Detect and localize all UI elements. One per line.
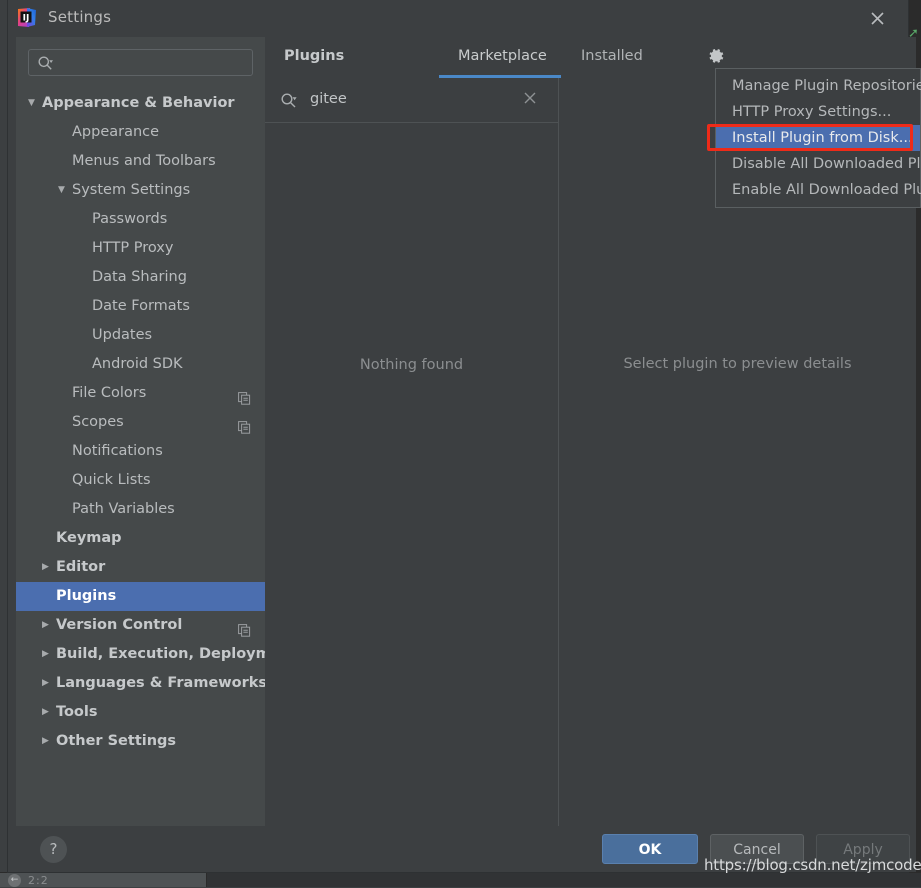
menu-item-disable-all-downloaded-plugins[interactable]: Disable All Downloaded Plugins	[716, 151, 921, 177]
sidebar-item-label: Appearance	[72, 124, 160, 140]
sidebar-item-label: Languages & Frameworks	[56, 675, 265, 691]
sidebar-item-label: Plugins	[56, 588, 117, 604]
close-icon[interactable]	[845, 0, 908, 37]
plugin-search-input[interactable]: gitee	[310, 91, 347, 107]
settings-tree-panel: ▼ Appearance & Behavior Appearance Menus an…	[16, 37, 265, 826]
chevron-down-icon[interactable]: ▼	[58, 176, 65, 205]
intellij-idea-icon: IJ	[14, 5, 40, 31]
sidebar-item-date-formats[interactable]: Date Formats	[16, 292, 265, 321]
close-icon[interactable]	[523, 90, 543, 110]
sidebar-item-label: HTTP Proxy	[92, 240, 174, 256]
plugin-settings-menu[interactable]: Manage Plugin Repositories...HTTP Proxy …	[715, 68, 921, 208]
sidebar-item-label: Path Variables	[72, 501, 175, 517]
sidebar-item-menus-and-toolbars[interactable]: Menus and Toolbars	[16, 147, 265, 176]
screen: ➚ › ← 2:2	[0, 0, 921, 888]
help-button[interactable]: ?	[40, 836, 67, 863]
sidebar-item-notifications[interactable]: Notifications	[16, 437, 265, 466]
sidebar-item-updates[interactable]: Updates	[16, 321, 265, 350]
sidebar-item-other-settings[interactable]: ▶ Other Settings	[16, 727, 265, 756]
sidebar-item-appearance-behavior[interactable]: ▼ Appearance & Behavior	[16, 89, 265, 118]
sidebar-item-label: Notifications	[72, 443, 163, 459]
detail-placeholder: Select plugin to preview details	[623, 356, 852, 372]
copy-settings-icon[interactable]	[238, 619, 251, 637]
chevron-right-icon[interactable]: ▶	[42, 611, 49, 640]
sidebar-item-passwords[interactable]: Passwords	[16, 205, 265, 234]
sidebar-item-label: Quick Lists	[72, 472, 151, 488]
sidebar-item-label: Android SDK	[92, 356, 183, 372]
background-status-bar-right	[207, 873, 921, 887]
sidebar-item-label: File Colors	[72, 385, 147, 401]
search-icon	[280, 92, 298, 114]
sidebar-item-label: Data Sharing	[92, 269, 187, 285]
dialog-title: Settings	[48, 8, 112, 26]
sidebar-item-label: Scopes	[72, 414, 124, 430]
sidebar-item-keymap[interactable]: Keymap	[16, 524, 265, 553]
sidebar-item-languages-frameworks[interactable]: ▶ Languages & Frameworks	[16, 669, 265, 698]
sidebar-item-label: Menus and Toolbars	[72, 153, 216, 169]
empty-state-message: Nothing found	[359, 357, 464, 373]
sidebar-item-plugins[interactable]: Plugins	[16, 582, 265, 611]
chevron-down-icon[interactable]: ▼	[28, 89, 35, 118]
chevron-right-icon[interactable]: ▶	[42, 669, 49, 698]
settings-tree-list[interactable]: ▼ Appearance & Behavior Appearance Menus an…	[16, 89, 265, 826]
sidebar-item-label: System Settings	[72, 182, 191, 198]
sidebar-item-version-control[interactable]: ▶ Version Control	[16, 611, 265, 640]
sidebar-item-label: Date Formats	[92, 298, 190, 314]
chevron-right-icon[interactable]: ▶	[42, 698, 49, 727]
sidebar-item-editor[interactable]: ▶ Editor	[16, 553, 265, 582]
sidebar-item-scopes[interactable]: Scopes	[16, 408, 265, 437]
sidebar-item-label: Editor	[56, 559, 106, 575]
sidebar-item-label: Version Control	[56, 617, 183, 633]
menu-item-http-proxy-settings[interactable]: HTTP Proxy Settings...	[716, 99, 920, 125]
background-status-label: 2:2	[28, 874, 49, 887]
search-icon	[37, 55, 54, 76]
sidebar-item-system-settings[interactable]: ▼ System Settings	[16, 176, 265, 205]
sidebar-item-data-sharing[interactable]: Data Sharing	[16, 263, 265, 292]
plugin-search-row[interactable]: gitee	[265, 78, 559, 123]
sidebar-item-quick-lists[interactable]: Quick Lists	[16, 466, 265, 495]
ok-button[interactable]: OK	[602, 834, 698, 864]
sidebar-item-label: Keymap	[56, 530, 122, 546]
plugin-list: Nothing found	[265, 123, 559, 826]
sidebar-item-label: Updates	[92, 327, 153, 343]
sidebar-item-http-proxy[interactable]: HTTP Proxy	[16, 234, 265, 263]
copy-settings-icon[interactable]	[238, 387, 251, 405]
sidebar-item-path-variables[interactable]: Path Variables	[16, 495, 265, 524]
sidebar-item-build-execution-deployment[interactable]: ▶ Build, Execution, Deployment	[16, 640, 265, 669]
chevron-right-icon[interactable]: ▶	[42, 727, 49, 756]
sidebar-item-android-sdk[interactable]: Android SDK	[16, 350, 265, 379]
watermark-text: https://blog.csdn.net/zjmcode	[704, 856, 921, 874]
svg-text:IJ: IJ	[23, 13, 30, 23]
sidebar-item-appearance[interactable]: Appearance	[16, 118, 265, 147]
back-arrow-icon: ←	[8, 874, 21, 887]
tab-marketplace[interactable]: Marketplace	[458, 48, 547, 64]
menu-item-enable-all-downloaded-plugins[interactable]: Enable All Downloaded Plugins	[716, 177, 921, 203]
chevron-right-icon[interactable]: ▶	[42, 640, 49, 669]
sidebar-item-label: Tools	[56, 704, 98, 720]
sidebar-item-label: Build, Execution, Deployment	[56, 646, 265, 662]
sidebar-item-tools[interactable]: ▶ Tools	[16, 698, 265, 727]
menu-item-manage-plugin-repositories[interactable]: Manage Plugin Repositories...	[716, 73, 921, 99]
tab-installed[interactable]: Installed	[581, 48, 643, 64]
sidebar-item-file-colors[interactable]: File Colors	[16, 379, 265, 408]
dialog-titlebar: IJ Settings	[8, 0, 908, 37]
sidebar-item-label: Passwords	[92, 211, 168, 227]
sidebar-item-label: Appearance & Behavior	[42, 95, 235, 111]
chevron-right-icon[interactable]: ▶	[42, 553, 49, 582]
settings-search-input[interactable]	[28, 49, 253, 76]
page-title: Plugins	[284, 48, 345, 64]
sidebar-item-label: Other Settings	[56, 733, 177, 749]
copy-settings-icon[interactable]	[238, 416, 251, 434]
menu-item-install-plugin-from-disk[interactable]: Install Plugin from Disk...	[716, 125, 920, 151]
